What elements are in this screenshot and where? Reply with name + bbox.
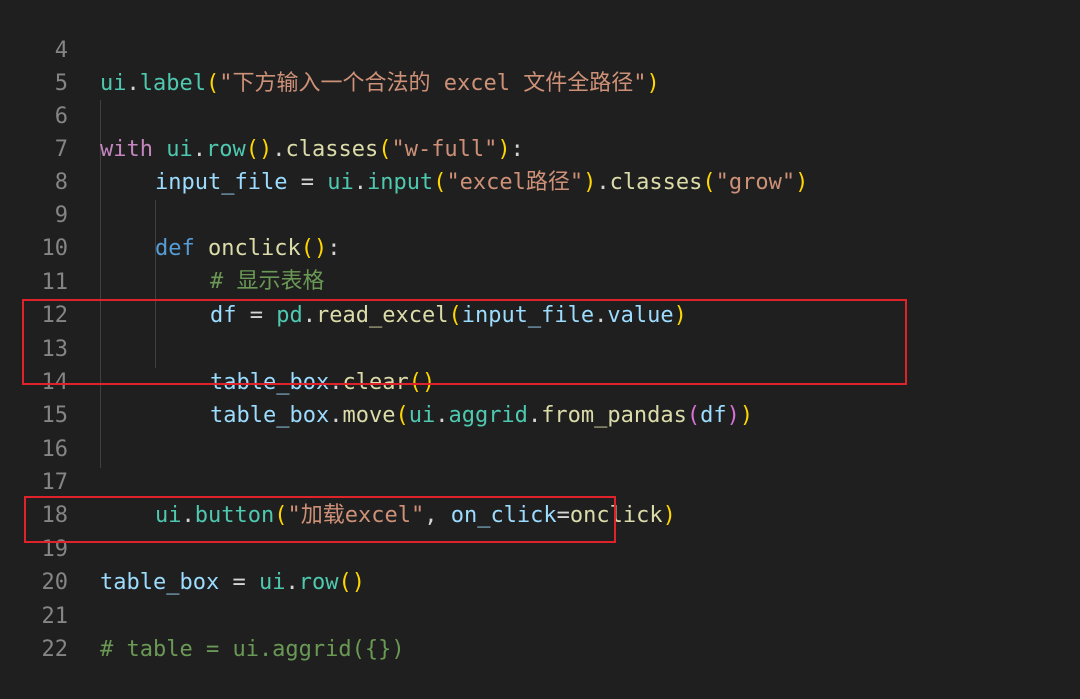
comment: # table = ui.aggrid({})	[100, 637, 405, 662]
code-line: 22	[0, 600, 1080, 662]
code-line: 6 with ui.row().classes("w-full"):	[0, 67, 1080, 162]
code-line: 11 df = pd.read_excel(input_file.value)	[0, 233, 1080, 328]
code-editor[interactable]: 4 ui.label("下方输入一个合法的 excel 文件全路径") 5 6 …	[0, 0, 1080, 662]
code-line: 10 # 显示表格	[0, 199, 1080, 294]
code-line: 16	[0, 400, 1080, 462]
code-line: 4 ui.label("下方输入一个合法的 excel 文件全路径")	[0, 1, 1080, 96]
highlight-box-table-box	[24, 496, 616, 543]
code-line: 21 # table = ui.aggrid({})	[0, 567, 1080, 662]
line-number: 22	[41, 637, 69, 662]
code-line: 17 ui.button("加载excel", on_click=onclick…	[0, 433, 1080, 528]
code-line: 8	[0, 133, 1080, 195]
code-line: 5	[0, 34, 1080, 96]
code-line: 18	[0, 466, 1080, 528]
line-code: # table = ui.aggrid({})	[100, 633, 405, 666]
code-line: 9 def onclick():	[0, 166, 1080, 261]
highlight-box-table-update	[22, 299, 907, 385]
code-line: 12	[0, 266, 1080, 328]
code-line: 7 input_file = ui.input("excel路径").class…	[0, 100, 1080, 195]
